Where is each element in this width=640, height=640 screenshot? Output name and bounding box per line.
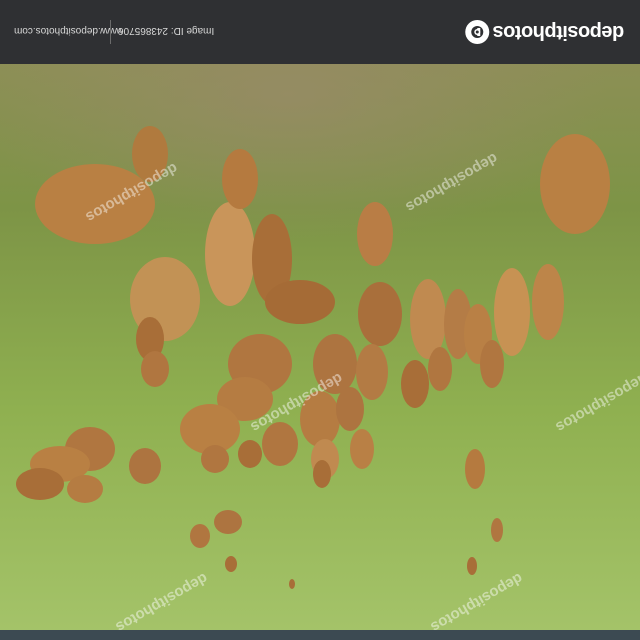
- cow: [205, 202, 255, 306]
- cow: [129, 448, 161, 484]
- calf: [190, 524, 210, 548]
- cow: [357, 202, 393, 266]
- cow: [336, 387, 364, 431]
- cattle-herd-photo: depositphotos depositphotos depositphoto…: [0, 64, 640, 640]
- site-url-text: www.depositphotos.com: [14, 25, 122, 36]
- calf: [289, 579, 295, 589]
- image-id-text: Image ID: 243865706: [118, 25, 215, 36]
- cow: [356, 344, 388, 400]
- cow: [313, 460, 331, 488]
- cow: [410, 279, 446, 359]
- cow: [428, 347, 452, 391]
- depositphotos-logo: depositphotos: [464, 14, 624, 50]
- cow: [494, 268, 530, 356]
- brand-name-text: depositphotos: [492, 21, 624, 44]
- cow: [401, 360, 429, 408]
- cow: [358, 282, 402, 346]
- calf: [467, 557, 477, 575]
- cow: [532, 264, 564, 340]
- cow: [480, 340, 504, 388]
- cow: [265, 280, 335, 324]
- watermark-header-bar: www.depositphotos.com Image ID: 24386570…: [0, 0, 640, 64]
- cow: [222, 149, 258, 209]
- calf: [491, 518, 503, 542]
- water-edge: [0, 630, 640, 640]
- cow: [67, 475, 103, 503]
- cow: [350, 429, 374, 469]
- cow: [16, 468, 64, 500]
- cow: [141, 351, 169, 387]
- brand-mark-icon: [464, 20, 489, 44]
- calf: [465, 449, 485, 489]
- cow: [238, 440, 262, 468]
- photo-canvas: [0, 64, 640, 640]
- cow: [201, 445, 229, 473]
- header-divider: [110, 20, 111, 44]
- calf: [225, 556, 237, 572]
- cow: [540, 134, 610, 234]
- calf: [214, 510, 242, 534]
